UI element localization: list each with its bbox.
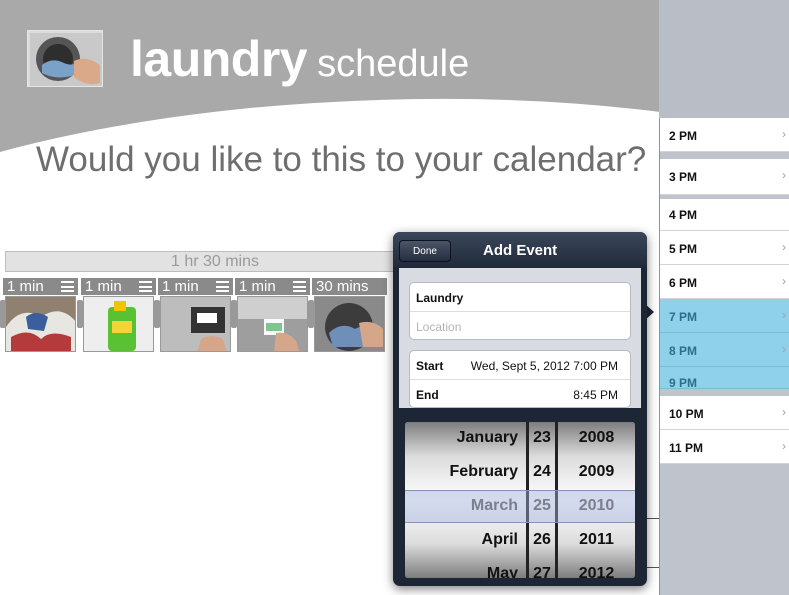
time-label: 10 PM [669, 407, 704, 421]
drag-menu-icon[interactable] [293, 281, 306, 292]
event-form: Laundry Location Start Wed, Sept 5, 2012 … [399, 268, 641, 408]
timeline-step[interactable]: 1 min [158, 278, 233, 354]
app-title: laundry schedule [130, 30, 469, 88]
time-slot-11pm[interactable]: 11 PM › [660, 430, 789, 464]
time-label: 8 PM [669, 344, 698, 358]
month-option[interactable]: January [405, 422, 518, 454]
done-button[interactable]: Done [399, 240, 451, 262]
year-option-selected[interactable]: 2010 [558, 490, 635, 522]
step-duration: 30 mins [316, 278, 369, 295]
washing-machine-photo-icon [27, 30, 103, 87]
chevron-right-icon: › [782, 168, 786, 182]
month-option[interactable]: April [405, 524, 518, 556]
timeline-step[interactable]: 30 mins [312, 278, 387, 354]
time-slot-6pm[interactable]: 6 PM › [660, 265, 789, 299]
detergent-bottle-photo-icon [83, 296, 154, 352]
app-title-bold: laundry [130, 31, 308, 87]
time-label: 9 PM [669, 376, 698, 389]
day-option[interactable]: 23 [529, 422, 555, 454]
resize-handle[interactable] [154, 300, 160, 328]
location-placeholder: Location [416, 320, 462, 334]
end-value: 8:45 PM [573, 388, 618, 402]
time-slot-7pm[interactable]: 7 PM › [660, 299, 789, 333]
chevron-right-icon: › [782, 308, 786, 322]
step-duration: 1 min [7, 278, 44, 295]
start-end-group: Start Wed, Sept 5, 2012 7:00 PM End 8:45 P… [409, 350, 631, 408]
calendar-sidebar-header [659, 0, 789, 118]
app-window: laundry schedule Would you like to this t… [0, 0, 789, 595]
timeline-step[interactable]: 1 min [81, 278, 156, 354]
day-option-selected[interactable]: 25 [529, 490, 555, 522]
timeline-step[interactable]: 1 min [235, 278, 310, 354]
coin-slot-photo-icon [160, 296, 231, 352]
chevron-right-icon: › [782, 127, 786, 141]
time-label: 2 PM [669, 129, 698, 143]
chevron-right-icon: › [782, 405, 786, 419]
step-duration: 1 min [162, 278, 199, 295]
time-slot-2pm[interactable]: 2 PM › [660, 118, 789, 152]
location-field[interactable]: Location [410, 311, 630, 340]
step-duration: 1 min [85, 278, 122, 295]
pile-of-clothes-photo-icon [5, 296, 76, 352]
add-event-popover: Done Add Event Laundry Location Start Wed… [393, 232, 647, 586]
time-slot-10pm[interactable]: 10 PM › [660, 396, 789, 430]
event-title-value: Laundry [416, 291, 464, 305]
end-field[interactable]: End 8:45 PM [410, 379, 630, 408]
event-title-field[interactable]: Laundry [410, 283, 630, 311]
end-label: End [416, 388, 439, 402]
year-option[interactable]: 2009 [558, 456, 635, 488]
popover-header: Done Add Event [393, 232, 647, 268]
title-location-group: Laundry Location [409, 282, 631, 340]
date-picker[interactable]: January February March April May 23 24 2… [405, 422, 635, 578]
resize-handle[interactable] [308, 300, 314, 328]
year-option[interactable]: 2012 [558, 558, 635, 578]
time-label: 5 PM [669, 242, 698, 256]
chevron-right-icon: › [782, 274, 786, 288]
year-option[interactable]: 2008 [558, 422, 635, 454]
day-option[interactable]: 24 [529, 456, 555, 488]
washer-drum-photo-icon [314, 296, 385, 352]
chevron-right-icon: › [782, 342, 786, 356]
app-title-light: schedule [317, 43, 470, 85]
chevron-right-icon: › [782, 240, 786, 254]
resize-handle[interactable] [231, 300, 237, 328]
year-option[interactable]: 2011 [558, 524, 635, 556]
chevron-right-icon: › [782, 439, 786, 453]
total-duration-bar: 1 hr 30 mins [5, 251, 425, 272]
drag-menu-icon[interactable] [61, 281, 74, 292]
day-option[interactable]: 26 [529, 524, 555, 556]
month-option[interactable]: May [405, 558, 518, 578]
drag-menu-icon[interactable] [216, 281, 229, 292]
time-label: 11 PM [669, 441, 704, 455]
time-label: 7 PM [669, 310, 698, 324]
resize-handle[interactable] [77, 300, 83, 328]
card-reader-photo-icon [237, 296, 308, 352]
timeline-step[interactable]: 1 min [3, 278, 78, 354]
time-slot-9pm[interactable]: 9 PM [660, 367, 789, 389]
time-label: 3 PM [669, 170, 698, 184]
time-slot-5pm[interactable]: 5 PM › [660, 231, 789, 265]
start-field[interactable]: Start Wed, Sept 5, 2012 7:00 PM [410, 351, 630, 379]
popover-title: Add Event [483, 242, 558, 259]
time-label: 6 PM [669, 276, 698, 290]
calendar-prompt: Would you like to this to your calendar? [36, 140, 647, 179]
month-option[interactable]: February [405, 456, 518, 488]
day-option[interactable]: 27 [529, 558, 555, 578]
month-option-selected[interactable]: March [405, 490, 518, 522]
resize-handle[interactable] [0, 300, 6, 328]
time-label: 4 PM [669, 208, 698, 222]
time-slot-4pm[interactable]: 4 PM [660, 199, 789, 231]
drag-menu-icon[interactable] [139, 281, 152, 292]
time-slot-8pm[interactable]: 8 PM › [660, 333, 789, 367]
start-value: Wed, Sept 5, 2012 7:00 PM [470, 359, 618, 373]
start-label: Start [416, 359, 444, 373]
step-duration: 1 min [239, 278, 276, 295]
time-slot-3pm[interactable]: 3 PM › [660, 159, 789, 195]
